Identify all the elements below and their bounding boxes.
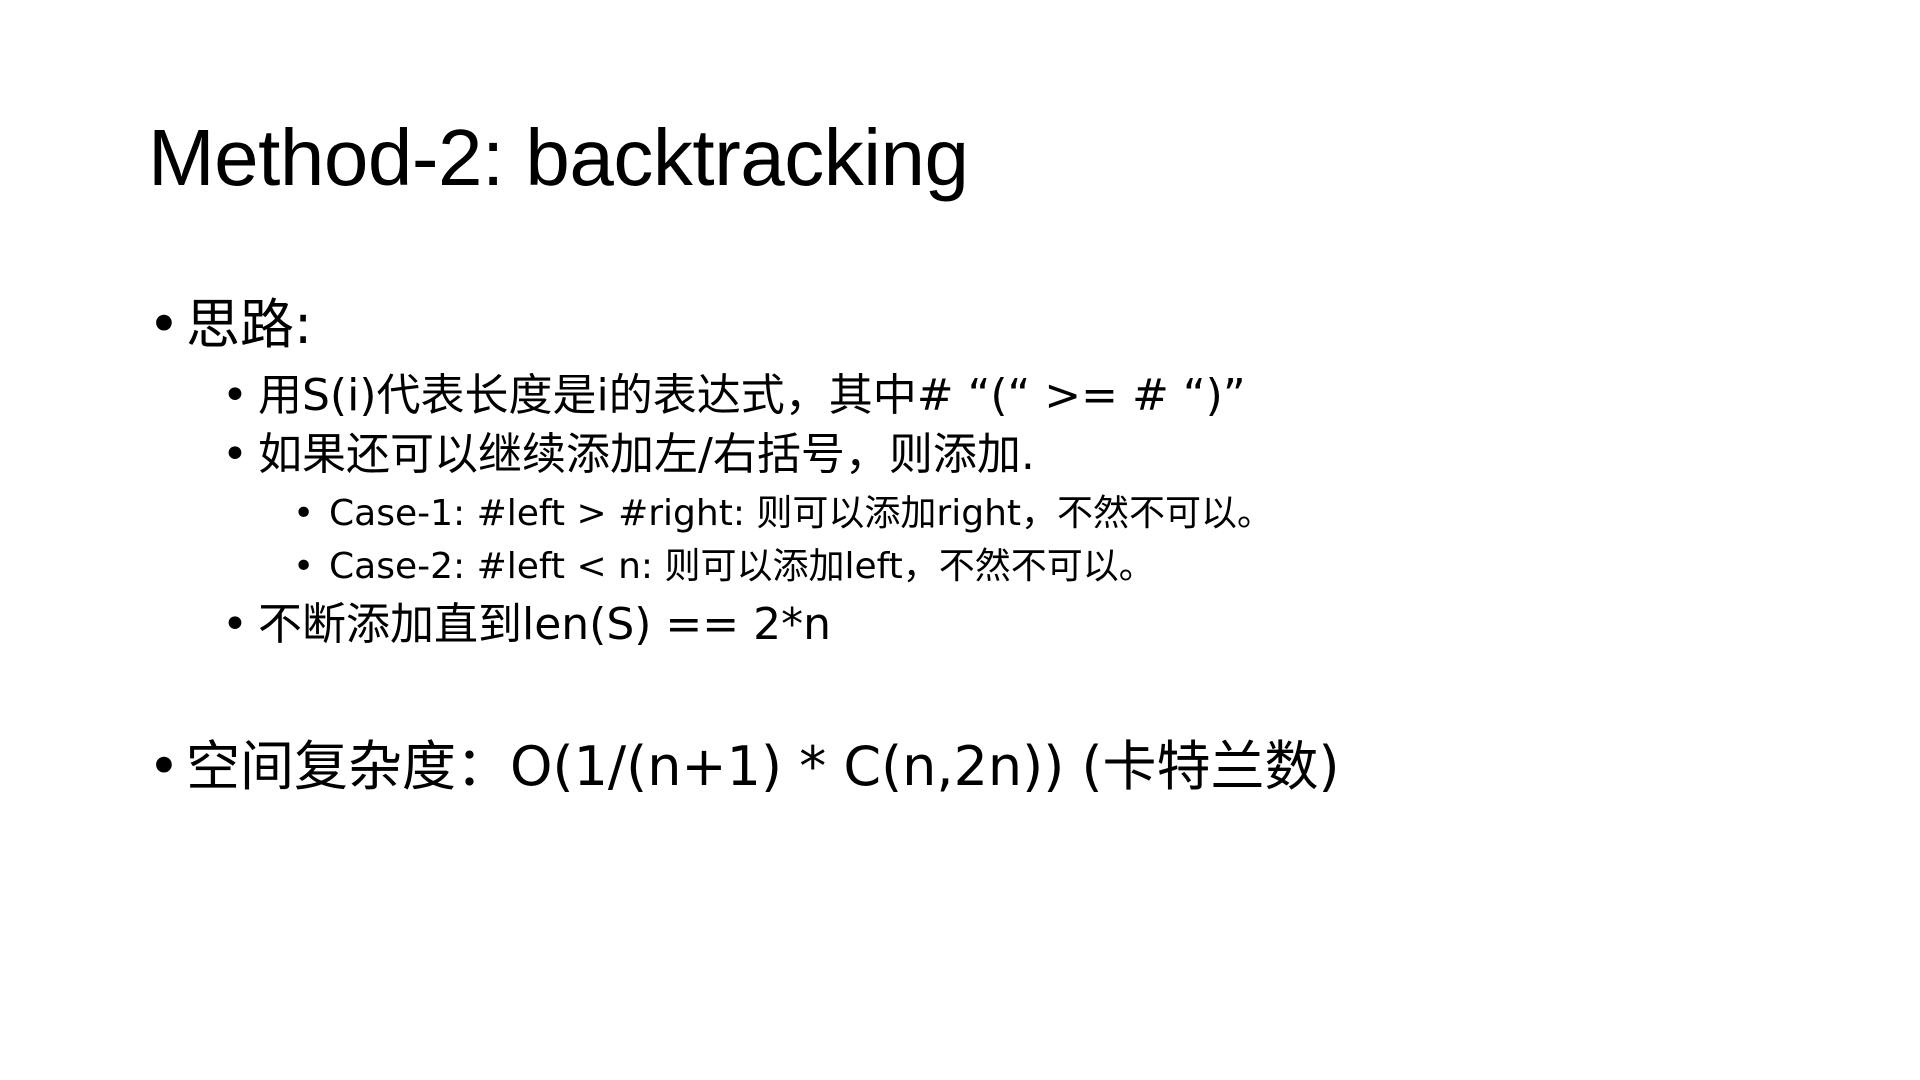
bullet-text: 思路: (186, 293, 313, 356)
bullet-text: 空间复杂度：O(1/(n+1) * C(n,2n)) (卡特兰数) (186, 735, 1340, 798)
bullet-dot: • (148, 293, 180, 356)
bullet-text: 用S(i)代表长度是i的表达式，其中# “(“ >= # “)” (258, 370, 1246, 421)
sub-bullet-item: • 不断添加直到len(S) == 2*n (222, 603, 831, 647)
sub-bullet-item: • 用S(i)代表长度是i的表达式，其中# “(“ >= # “)” (222, 374, 1246, 418)
bullet-text: Case-2: #left < n: 则可以添加left，不然不可以。 (329, 546, 1155, 587)
sub-sub-bullet-item: • Case-2: #left < n: 则可以添加left，不然不可以。 (293, 549, 1155, 585)
bullet-text: Case-1: #left > #right: 则可以添加right，不然不可以… (329, 493, 1273, 534)
sub-bullet-item: • 如果还可以继续添加左/右括号，则添加. (222, 433, 1035, 477)
slide: Method-2: backtracking • 思路: • 用S(i)代表长度… (0, 0, 1920, 1080)
bullet-item-approach: • 思路: (148, 298, 312, 352)
slide-title: Method-2: backtracking (148, 113, 969, 202)
bullet-item-space-complexity: • 空间复杂度：O(1/(n+1) * C(n,2n)) (卡特兰数) (148, 740, 1340, 794)
bullet-text: 不断添加直到len(S) == 2*n (258, 599, 832, 650)
bullet-dot: • (148, 735, 180, 798)
sub-sub-bullet-item: • Case-1: #left > #right: 则可以添加right，不然不… (293, 496, 1273, 532)
bullet-dot: • (222, 599, 248, 650)
bullet-dot: • (222, 429, 248, 480)
bullet-dot: • (222, 370, 248, 421)
bullet-dot: • (293, 546, 315, 587)
bullet-text: 如果还可以继续添加左/右括号，则添加. (258, 429, 1035, 480)
bullet-dot: • (293, 493, 315, 534)
